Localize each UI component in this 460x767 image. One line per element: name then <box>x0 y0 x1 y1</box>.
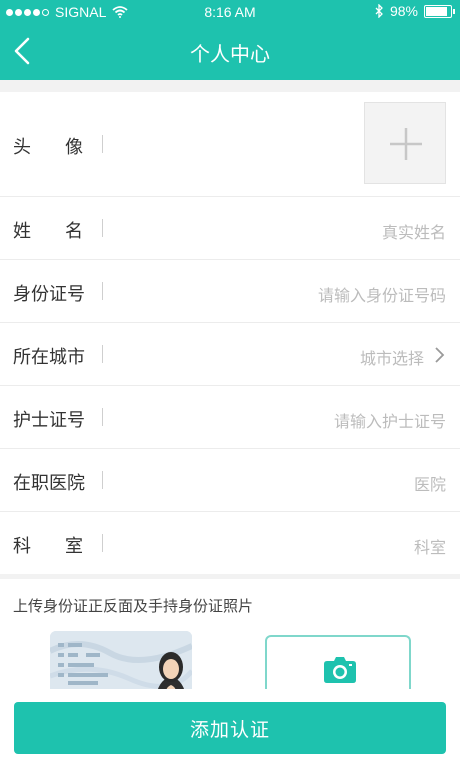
avatar-upload-button[interactable] <box>364 102 446 184</box>
nav-bar: 个人中心 <box>0 24 460 80</box>
separator <box>102 408 103 426</box>
chevron-right-icon <box>435 347 445 363</box>
plus-icon <box>390 128 422 160</box>
status-bar: SIGNAL 8:16 AM 98% <box>0 0 460 24</box>
separator <box>102 135 103 153</box>
id-upload-section: 上传身份证正反面及手持身份证照片 <box>0 579 460 701</box>
hospital-label: 在职医院 <box>13 473 85 494</box>
add-verification-button[interactable]: 添加认证 <box>14 702 446 754</box>
separator <box>102 282 103 300</box>
separator <box>102 471 103 489</box>
nurse-cert-row[interactable]: 护士证号 请输入护士证号 <box>0 386 460 449</box>
id-number-field[interactable]: 请输入身份证号码 <box>318 282 446 306</box>
department-row[interactable]: 科室 科室 <box>0 512 460 574</box>
separator <box>102 534 103 552</box>
battery-percent: 98% <box>389 3 418 19</box>
status-right: 98% <box>375 3 455 19</box>
nurse-cert-field[interactable]: 请输入护士证号 <box>334 408 446 432</box>
hospital-row[interactable]: 在职医院 医院 <box>0 449 460 512</box>
page-title: 个人中心 <box>190 42 270 66</box>
id-number-label: 身份证号 <box>13 284 85 305</box>
bottom-bar: 添加认证 <box>0 689 460 767</box>
separator <box>102 345 103 363</box>
bluetooth-icon <box>375 4 383 18</box>
hospital-field[interactable]: 医院 <box>414 471 446 495</box>
upload-title: 上传身份证正反面及手持身份证照片 <box>13 597 254 615</box>
camera-icon <box>324 657 356 683</box>
avatar-row: 头像 <box>0 92 460 197</box>
department-field[interactable]: 科室 <box>414 534 446 558</box>
city-row[interactable]: 所在城市 城市选择 <box>0 323 460 386</box>
battery-icon <box>424 4 455 18</box>
separator <box>102 219 103 237</box>
name-field[interactable]: 真实姓名 <box>382 219 446 243</box>
nurse-cert-label: 护士证号 <box>13 410 85 431</box>
profile-form: 头像 姓名 真实姓名 身份证号 请输入身份证号码 所在城市 城市选择 护士证号 … <box>0 92 460 574</box>
city-select[interactable]: 城市选择 <box>360 345 424 369</box>
name-row[interactable]: 姓名 真实姓名 <box>0 197 460 260</box>
id-number-row[interactable]: 身份证号 请输入身份证号码 <box>0 260 460 323</box>
city-label: 所在城市 <box>13 347 85 368</box>
